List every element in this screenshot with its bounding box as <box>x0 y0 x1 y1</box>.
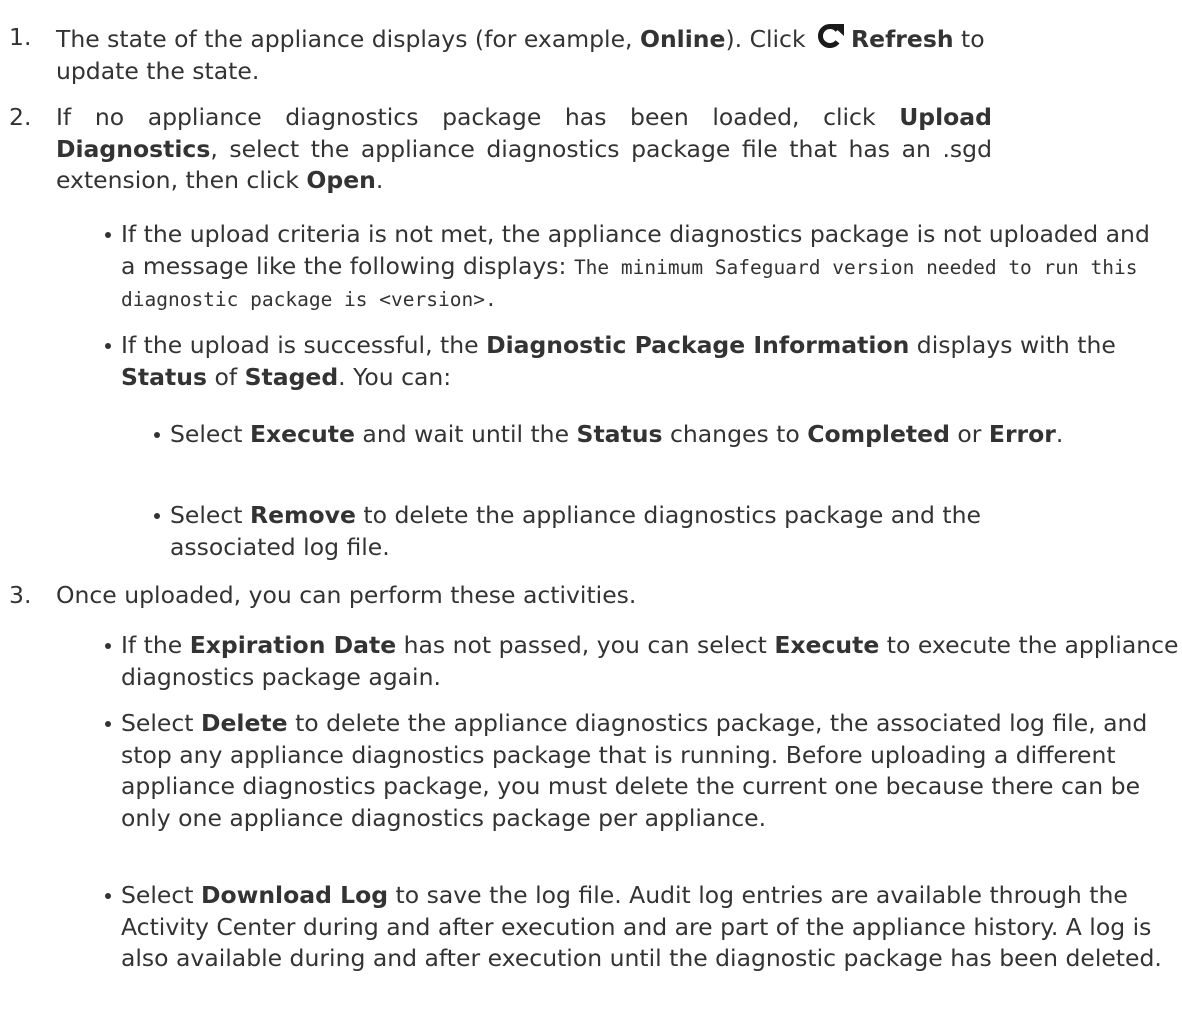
bullet-text: Select Delete to delete the appliance di… <box>121 709 1148 832</box>
delete-term: Delete <box>200 709 288 737</box>
remove-term: Remove <box>249 501 356 529</box>
execute-term: Execute <box>774 631 880 659</box>
execute-term: Execute <box>249 420 355 448</box>
state-online-term: Online <box>639 25 726 53</box>
expiration-date-term: Expiration Date <box>189 631 397 659</box>
bullet-dot <box>105 343 111 349</box>
step-number: 1. <box>9 23 32 51</box>
download-log-term: Download Log <box>200 881 389 909</box>
bullet-text: Select Download Log to save the log file… <box>121 881 1162 972</box>
bullet-dot <box>105 643 111 649</box>
list-item: Select Download Log to save the log file… <box>105 880 1167 975</box>
bullet-text: Select Remove to delete the appliance di… <box>170 501 981 561</box>
refresh-term: Refresh <box>851 25 954 53</box>
bullet-dot <box>154 432 160 438</box>
package-info-term: Diagnostic Package Information <box>486 331 910 359</box>
list-item: Select Delete to delete the appliance di… <box>105 708 1167 834</box>
bullet-text: If the upload is successful, the Diagnos… <box>121 331 1116 391</box>
refresh-icon <box>817 22 845 50</box>
step-text: Once uploaded, you can perform these act… <box>56 581 637 609</box>
step-number: 3. <box>9 581 32 609</box>
bullet-text: Select Execute and wait until the Status… <box>170 420 1064 448</box>
bullet-text: If the upload criteria is not met, the a… <box>121 220 1150 311</box>
step-2: 2. If no appliance diagnostics package h… <box>0 102 1160 197</box>
document-body: 1. The state of the appliance displays (… <box>0 0 1182 1025</box>
bullet-text: If the Expiration Date has not passed, y… <box>121 631 1179 691</box>
bullet-dot <box>154 513 160 519</box>
status-term: Status <box>576 420 663 448</box>
list-item: If the upload is successful, the Diagnos… <box>105 330 1165 393</box>
list-item: Select Remove to delete the appliance di… <box>154 500 1114 563</box>
step-3: 3. Once uploaded, you can perform these … <box>0 580 1160 612</box>
step-number: 2. <box>9 103 32 131</box>
open-term: Open <box>306 166 376 194</box>
list-item: Select Execute and wait until the Status… <box>154 419 1164 451</box>
error-term: Error <box>988 420 1056 448</box>
step-text: The state of the appliance displays (for… <box>56 22 1160 87</box>
list-item: If the Expiration Date has not passed, y… <box>105 630 1180 693</box>
staged-term: Staged <box>244 362 339 391</box>
bullet-dot <box>105 721 111 727</box>
list-item: If the upload criteria is not met, the a… <box>105 219 1165 316</box>
step-1: 1. The state of the appliance displays (… <box>0 22 1160 87</box>
completed-term: Completed <box>807 420 950 448</box>
bullet-dot <box>105 893 111 899</box>
step-text: If no appliance diagnostics package has … <box>56 103 992 194</box>
bullet-dot <box>105 232 111 238</box>
status-term: Status <box>121 362 207 391</box>
